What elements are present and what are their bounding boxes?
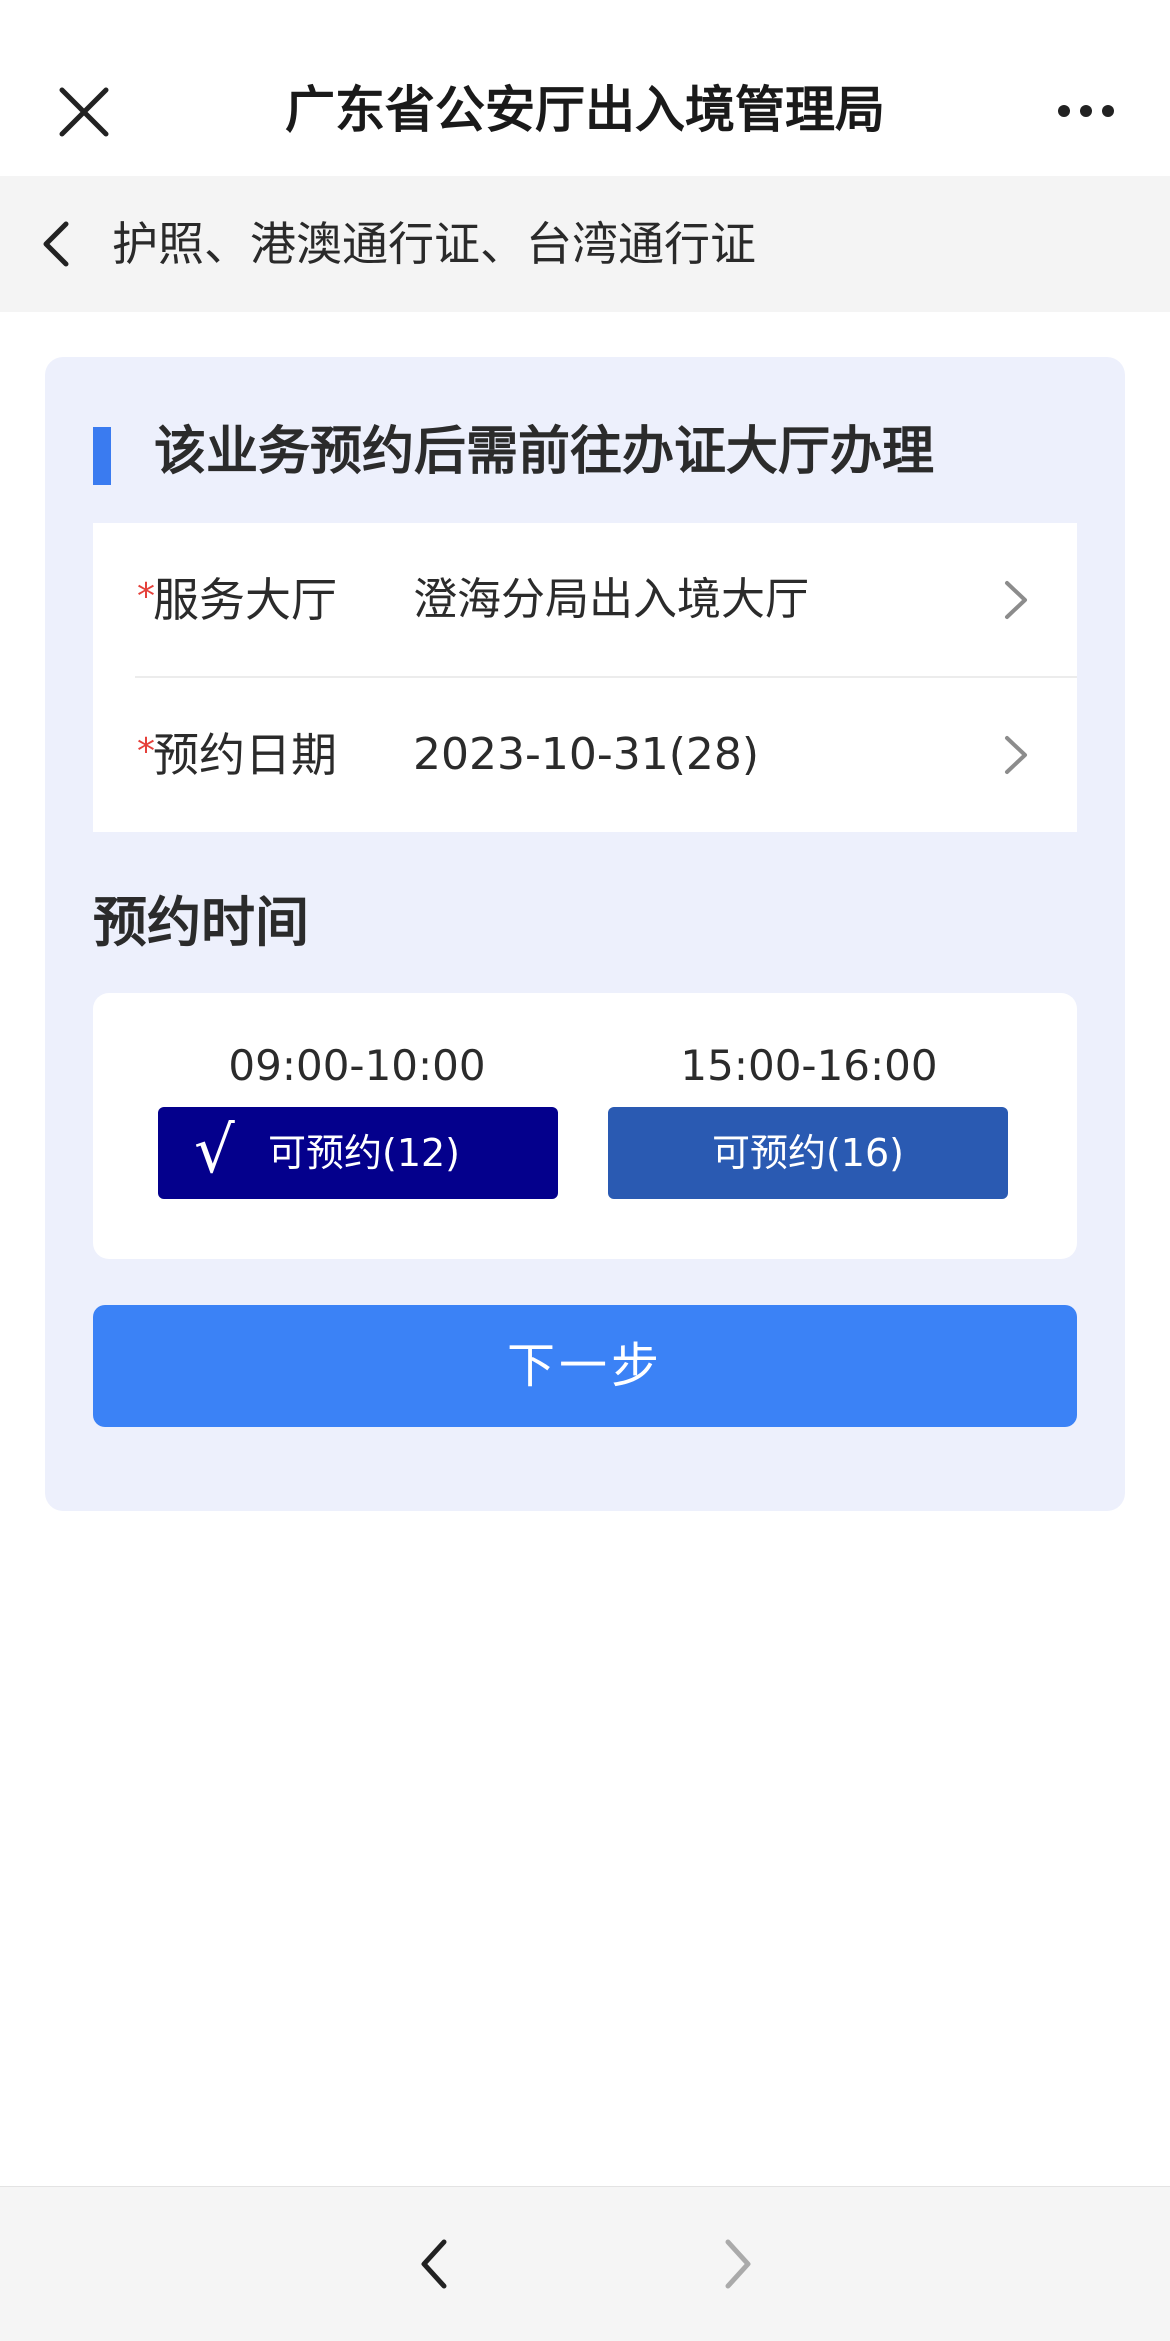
chevron-right-icon[interactable] <box>718 2236 758 2292</box>
breadcrumb: 护照、港澳通行证、台湾通行证 <box>112 217 756 271</box>
slot-availability: 可预约(12) <box>268 1131 461 1175</box>
time-slot-button[interactable]: 可预约(16) <box>608 1107 1008 1199</box>
slot-time-label: 09:00-10:00 <box>228 1041 486 1090</box>
notice-accent-bar <box>93 427 111 485</box>
chevron-left-icon[interactable] <box>414 2236 454 2292</box>
notice-heading: 该业务预约后需前往办证大厅办理 <box>154 422 935 482</box>
appointment-date-value: 2023-10-31(28) <box>413 729 760 780</box>
chevron-right-icon <box>1001 577 1031 623</box>
service-hall-row[interactable]: * 服务大厅 澄海分局出入境大厅 <box>93 523 1077 677</box>
more-icon[interactable] <box>1056 98 1116 124</box>
page-title: 广东省公安厅出入境管理局 <box>285 81 885 139</box>
bottom-toolbar <box>0 2186 1170 2341</box>
checkmark-icon: √ <box>194 1114 235 1188</box>
time-slot-button-selected[interactable]: √ 可预约(12) <box>158 1107 558 1199</box>
slot-availability: 可预约(16) <box>711 1131 904 1175</box>
appointment-date-row[interactable]: * 预约日期 2023-10-31(28) <box>93 678 1077 832</box>
chevron-left-icon[interactable] <box>36 216 76 272</box>
time-section-title: 预约时间 <box>93 891 309 954</box>
service-hall-value: 澄海分局出入境大厅 <box>413 574 809 625</box>
slot-time-label: 15:00-16:00 <box>680 1041 938 1090</box>
next-step-button[interactable]: 下一步 <box>93 1305 1077 1427</box>
service-hall-label: 服务大厅 <box>153 573 337 627</box>
appointment-date-label: 预约日期 <box>153 728 337 782</box>
chevron-right-icon <box>1001 732 1031 778</box>
close-icon[interactable] <box>56 84 112 140</box>
